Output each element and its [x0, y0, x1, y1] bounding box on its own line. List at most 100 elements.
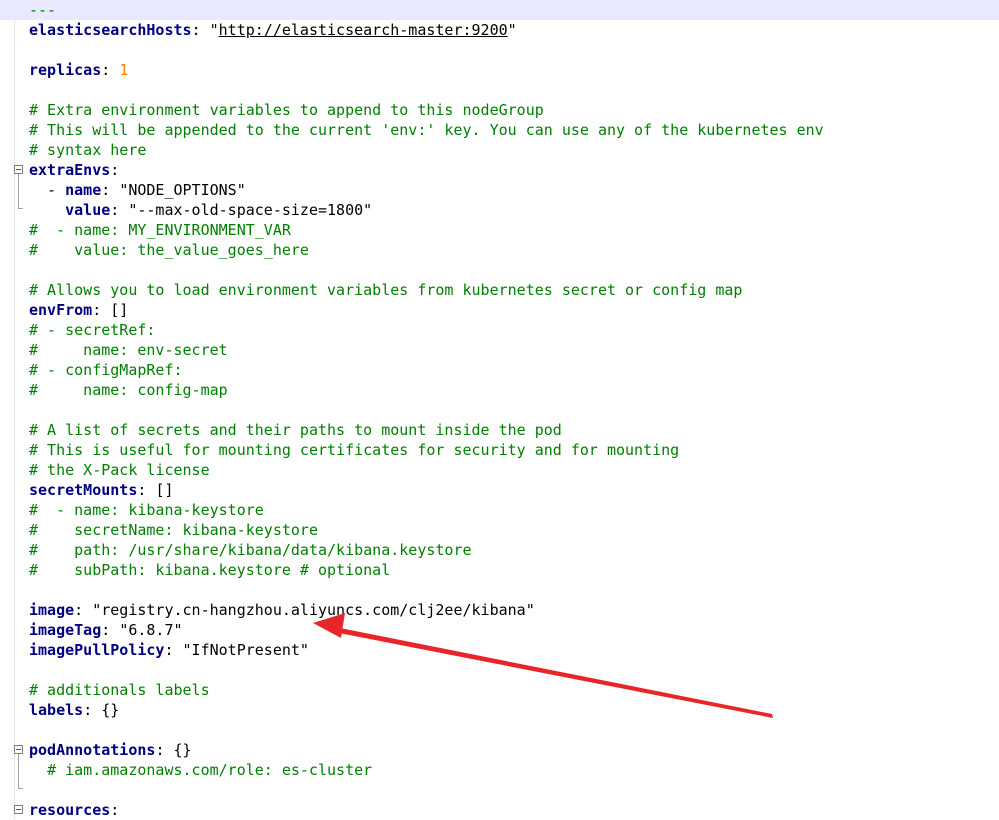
- code-line[interactable]: # - configMapRef:: [29, 360, 999, 380]
- yaml-value[interactable]: "http://elasticsearch-master:9200": [210, 21, 517, 39]
- code-line[interactable]: # additionals labels: [29, 680, 999, 700]
- yaml-comment: # name: env-secret: [29, 341, 228, 359]
- yaml-value: "IfNotPresent": [182, 641, 309, 659]
- url-link[interactable]: http://elasticsearch-master:9200: [219, 21, 508, 39]
- yaml-value: "registry.cn-hangzhou.aliyuncs.com/clj2e…: [92, 601, 535, 619]
- code-line[interactable]: ---: [0, 0, 999, 20]
- code-line[interactable]: # Allows you to load environment variabl…: [29, 280, 999, 300]
- code-line[interactable]: # - name: MY_ENVIRONMENT_VAR: [29, 220, 999, 240]
- yaml-comment: # value: the_value_goes_here: [29, 241, 309, 259]
- code-line[interactable]: [29, 400, 999, 420]
- yaml-comment: # secretName: kibana-keystore: [29, 521, 318, 539]
- yaml-comment: # Allows you to load environment variabl…: [29, 281, 743, 299]
- yaml-comment: # - secretRef:: [29, 321, 156, 339]
- yaml-comment: # the X-Pack license: [29, 461, 210, 479]
- code-line[interactable]: # value: the_value_goes_here: [29, 240, 999, 260]
- separator: :: [110, 201, 129, 219]
- separator: :: [155, 741, 174, 759]
- code-line[interactable]: [29, 580, 999, 600]
- code-line[interactable]: [29, 260, 999, 280]
- yaml-key: labels: [29, 701, 84, 719]
- code-line[interactable]: # name: env-secret: [29, 340, 999, 360]
- separator: :: [164, 641, 183, 659]
- code-line[interactable]: [29, 780, 999, 800]
- fold-guide-extraEnvs: [18, 174, 19, 208]
- yaml-value: {}: [101, 701, 120, 719]
- code-line[interactable]: replicas: 1: [29, 60, 999, 80]
- yaml-key: imagePullPolicy: [29, 641, 165, 659]
- code-line[interactable]: - name: "NODE_OPTIONS": [29, 180, 999, 200]
- code-line[interactable]: # path: /usr/share/kibana/data/kibana.ke…: [29, 540, 999, 560]
- yaml-key: elasticsearchHosts: [29, 21, 192, 39]
- code-line[interactable]: # Extra environment variables to append …: [29, 100, 999, 120]
- code-line[interactable]: envFrom: []: [29, 300, 999, 320]
- code-line[interactable]: # This is useful for mounting certificat…: [29, 440, 999, 460]
- separator: :: [83, 701, 102, 719]
- fold-end-extraEnvs: [18, 208, 23, 209]
- code-line[interactable]: resources:: [29, 800, 999, 820]
- code-line[interactable]: [29, 80, 999, 100]
- yaml-comment: # name: config-map: [29, 381, 228, 399]
- code-line[interactable]: # the X-Pack license: [29, 460, 999, 480]
- yaml-key: value: [65, 201, 111, 219]
- yaml-key: secretMounts: [29, 481, 138, 499]
- yaml-key: extraEnvs: [29, 161, 111, 179]
- yaml-comment: # - name: MY_ENVIRONMENT_VAR: [29, 221, 291, 239]
- code-line[interactable]: # A list of secrets and their paths to m…: [29, 420, 999, 440]
- yaml-value: 1: [119, 61, 129, 79]
- code-editor[interactable]: --- elasticsearchHosts: "http://elasticse…: [0, 0, 999, 820]
- indent: -: [29, 181, 66, 199]
- code-line[interactable]: imageTag: "6.8.7": [29, 620, 999, 640]
- separator: :: [137, 481, 156, 499]
- code-line[interactable]: # name: config-map: [29, 380, 999, 400]
- yaml-value: {}: [173, 741, 192, 759]
- fold-toggle-podAnnotations[interactable]: [14, 745, 23, 754]
- code-line[interactable]: [29, 40, 999, 60]
- fold-toggle-extraEnvs[interactable]: [14, 165, 23, 174]
- separator: :: [101, 61, 120, 79]
- yaml-comment: # syntax here: [29, 141, 147, 159]
- code-line[interactable]: elasticsearchHosts: "http://elasticsearc…: [29, 20, 999, 40]
- code-line[interactable]: # - name: kibana-keystore: [29, 500, 999, 520]
- code-line[interactable]: value: "--max-old-space-size=1800": [29, 200, 999, 220]
- separator: :: [191, 21, 210, 39]
- separator: :: [110, 801, 120, 819]
- yaml-value: "NODE_OPTIONS": [119, 181, 246, 199]
- code-line[interactable]: # - secretRef:: [29, 320, 999, 340]
- code-line[interactable]: [29, 720, 999, 740]
- editor-gutter: [0, 0, 15, 819]
- yaml-comment: # - configMapRef:: [29, 361, 183, 379]
- code-line[interactable]: # This will be appended to the current '…: [29, 120, 999, 140]
- yaml-key: image: [29, 601, 75, 619]
- yaml-comment: # A list of secrets and their paths to m…: [29, 421, 562, 439]
- yaml-value: []: [155, 481, 174, 499]
- fold-toggle-resources[interactable]: [14, 805, 23, 814]
- code-line[interactable]: image: "registry.cn-hangzhou.aliyuncs.co…: [29, 600, 999, 620]
- yaml-key: envFrom: [29, 301, 93, 319]
- separator: :: [110, 161, 120, 179]
- yaml-value: "--max-old-space-size=1800": [128, 201, 373, 219]
- yaml-comment: # Extra environment variables to append …: [29, 101, 544, 119]
- code-line[interactable]: # secretName: kibana-keystore: [29, 520, 999, 540]
- code-line[interactable]: # syntax here: [29, 140, 999, 160]
- code-line[interactable]: [29, 660, 999, 680]
- code-line[interactable]: imagePullPolicy: "IfNotPresent": [29, 640, 999, 660]
- yaml-comment: # subPath: kibana.keystore # optional: [29, 561, 391, 579]
- code-line[interactable]: podAnnotations: {}: [29, 740, 999, 760]
- yaml-key: name: [65, 181, 102, 199]
- code-line[interactable]: extraEnvs:: [29, 160, 999, 180]
- code-line[interactable]: # subPath: kibana.keystore # optional: [29, 560, 999, 580]
- separator: :: [92, 301, 111, 319]
- fold-guide-podAnnotations: [18, 754, 19, 788]
- yaml-key: replicas: [29, 61, 102, 79]
- yaml-key: resources: [29, 801, 111, 819]
- yaml-comment: # - name: kibana-keystore: [29, 501, 264, 519]
- code-line[interactable]: # iam.amazonaws.com/role: es-cluster: [29, 760, 999, 780]
- code-line[interactable]: secretMounts: []: [29, 480, 999, 500]
- yaml-value: []: [110, 301, 129, 319]
- separator: :: [74, 601, 93, 619]
- code-line[interactable]: labels: {}: [29, 700, 999, 720]
- separator: :: [101, 621, 120, 639]
